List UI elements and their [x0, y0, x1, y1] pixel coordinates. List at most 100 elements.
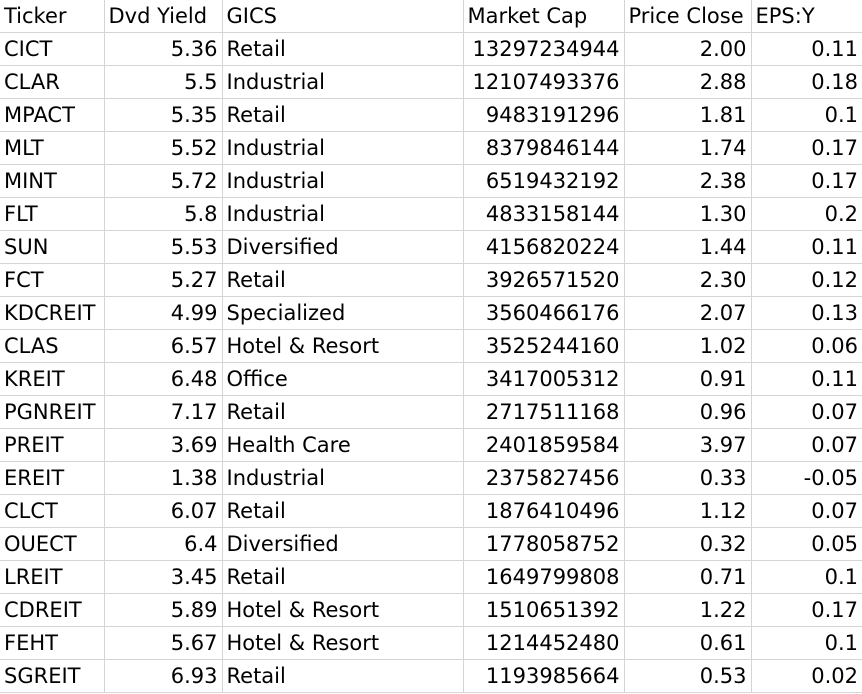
- gics-cell[interactable]: Retail: [222, 395, 464, 429]
- eps-y-cell[interactable]: 0.1: [751, 626, 862, 660]
- dvd-yield-cell[interactable]: 5.27: [104, 263, 223, 297]
- dvd-yield-cell[interactable]: 6.48: [104, 362, 223, 396]
- market-cap-cell[interactable]: 1876410496: [463, 494, 625, 528]
- market-cap-cell[interactable]: 2375827456: [463, 461, 625, 495]
- gics-cell[interactable]: Retail: [222, 32, 464, 66]
- price-close-cell[interactable]: 1.02: [624, 329, 752, 363]
- ticker-cell[interactable]: CLAS: [0, 329, 105, 363]
- market-cap-cell[interactable]: 2401859584: [463, 428, 625, 462]
- ticker-cell[interactable]: CLCT: [0, 494, 105, 528]
- dvd-yield-cell[interactable]: 5.8: [104, 197, 223, 231]
- market-cap-cell[interactable]: 1649799808: [463, 560, 625, 594]
- price-close-cell[interactable]: 3.97: [624, 428, 752, 462]
- dvd-yield-cell[interactable]: 3.45: [104, 560, 223, 594]
- dvd-yield-cell[interactable]: 5.89: [104, 593, 223, 627]
- gics-cell[interactable]: Retail: [222, 98, 464, 132]
- ticker-cell[interactable]: LREIT: [0, 560, 105, 594]
- eps-y-cell[interactable]: 0.17: [751, 131, 862, 165]
- dvd-yield-cell[interactable]: 5.36: [104, 32, 223, 66]
- eps-y-cell[interactable]: 0.17: [751, 593, 862, 627]
- market-cap-cell[interactable]: 4833158144: [463, 197, 625, 231]
- dvd-yield-cell[interactable]: 6.57: [104, 329, 223, 363]
- dvd-yield-cell[interactable]: 6.07: [104, 494, 223, 528]
- price-close-cell[interactable]: 1.44: [624, 230, 752, 264]
- price-close-cell[interactable]: 0.61: [624, 626, 752, 660]
- dvd-yield-cell[interactable]: 6.4: [104, 527, 223, 561]
- gics-cell[interactable]: Industrial: [222, 461, 464, 495]
- dvd-yield-cell[interactable]: 5.52: [104, 131, 223, 165]
- market-cap-cell[interactable]: 8379846144: [463, 131, 625, 165]
- price-close-cell[interactable]: 1.22: [624, 593, 752, 627]
- ticker-cell[interactable]: CLAR: [0, 65, 105, 99]
- eps-y-cell[interactable]: 0.12: [751, 263, 862, 297]
- gics-cell[interactable]: Diversified: [222, 230, 464, 264]
- eps-y-cell[interactable]: 0.11: [751, 362, 862, 396]
- gics-cell[interactable]: Retail: [222, 494, 464, 528]
- ticker-cell[interactable]: MLT: [0, 131, 105, 165]
- eps-y-cell[interactable]: 0.1: [751, 560, 862, 594]
- price-close-cell[interactable]: 1.81: [624, 98, 752, 132]
- price-close-cell[interactable]: 2.38: [624, 164, 752, 198]
- gics-cell[interactable]: Retail: [222, 560, 464, 594]
- gics-cell[interactable]: Hotel & Resort: [222, 626, 464, 660]
- dvd-yield-cell[interactable]: 5.72: [104, 164, 223, 198]
- ticker-cell[interactable]: CDREIT: [0, 593, 105, 627]
- market-cap-cell[interactable]: 1193985664: [463, 659, 625, 693]
- dvd-yield-cell[interactable]: 1.38: [104, 461, 223, 495]
- dvd-yield-cell[interactable]: 5.67: [104, 626, 223, 660]
- market-cap-cell[interactable]: 13297234944: [463, 32, 625, 66]
- ticker-cell[interactable]: SGREIT: [0, 659, 105, 693]
- market-cap-cell[interactable]: 9483191296: [463, 98, 625, 132]
- eps-y-cell[interactable]: -0.05: [751, 461, 862, 495]
- market-cap-cell[interactable]: 12107493376: [463, 65, 625, 99]
- ticker-cell[interactable]: CICT: [0, 32, 105, 66]
- eps-y-cell[interactable]: 0.07: [751, 395, 862, 429]
- dvd-yield-cell[interactable]: 7.17: [104, 395, 223, 429]
- eps-y-cell[interactable]: 0.11: [751, 230, 862, 264]
- price-close-cell[interactable]: 0.53: [624, 659, 752, 693]
- header-gics[interactable]: GICS: [222, 0, 464, 33]
- price-close-cell[interactable]: 1.12: [624, 494, 752, 528]
- eps-y-cell[interactable]: 0.2: [751, 197, 862, 231]
- ticker-cell[interactable]: FLT: [0, 197, 105, 231]
- eps-y-cell[interactable]: 0.02: [751, 659, 862, 693]
- eps-y-cell[interactable]: 0.1: [751, 98, 862, 132]
- eps-y-cell[interactable]: 0.13: [751, 296, 862, 330]
- header-ticker[interactable]: Ticker: [0, 0, 105, 33]
- price-close-cell[interactable]: 0.32: [624, 527, 752, 561]
- price-close-cell[interactable]: 0.96: [624, 395, 752, 429]
- price-close-cell[interactable]: 2.88: [624, 65, 752, 99]
- header-eps-y[interactable]: EPS:Y: [751, 0, 862, 33]
- eps-y-cell[interactable]: 0.11: [751, 32, 862, 66]
- ticker-cell[interactable]: KREIT: [0, 362, 105, 396]
- price-close-cell[interactable]: 0.91: [624, 362, 752, 396]
- market-cap-cell[interactable]: 3417005312: [463, 362, 625, 396]
- gics-cell[interactable]: Office: [222, 362, 464, 396]
- dvd-yield-cell[interactable]: 6.93: [104, 659, 223, 693]
- market-cap-cell[interactable]: 1778058752: [463, 527, 625, 561]
- ticker-cell[interactable]: SUN: [0, 230, 105, 264]
- ticker-cell[interactable]: FEHT: [0, 626, 105, 660]
- eps-y-cell[interactable]: 0.06: [751, 329, 862, 363]
- eps-y-cell[interactable]: 0.07: [751, 494, 862, 528]
- gics-cell[interactable]: Retail: [222, 659, 464, 693]
- dvd-yield-cell[interactable]: 5.35: [104, 98, 223, 132]
- price-close-cell[interactable]: 2.07: [624, 296, 752, 330]
- ticker-cell[interactable]: EREIT: [0, 461, 105, 495]
- market-cap-cell[interactable]: 3926571520: [463, 263, 625, 297]
- price-close-cell[interactable]: 1.74: [624, 131, 752, 165]
- gics-cell[interactable]: Specialized: [222, 296, 464, 330]
- market-cap-cell[interactable]: 6519432192: [463, 164, 625, 198]
- ticker-cell[interactable]: MINT: [0, 164, 105, 198]
- ticker-cell[interactable]: PGNREIT: [0, 395, 105, 429]
- gics-cell[interactable]: Retail: [222, 263, 464, 297]
- eps-y-cell[interactable]: 0.07: [751, 428, 862, 462]
- eps-y-cell[interactable]: 0.05: [751, 527, 862, 561]
- ticker-cell[interactable]: KDCREIT: [0, 296, 105, 330]
- eps-y-cell[interactable]: 0.17: [751, 164, 862, 198]
- dvd-yield-cell[interactable]: 4.99: [104, 296, 223, 330]
- price-close-cell[interactable]: 0.33: [624, 461, 752, 495]
- price-close-cell[interactable]: 1.30: [624, 197, 752, 231]
- gics-cell[interactable]: Diversified: [222, 527, 464, 561]
- ticker-cell[interactable]: FCT: [0, 263, 105, 297]
